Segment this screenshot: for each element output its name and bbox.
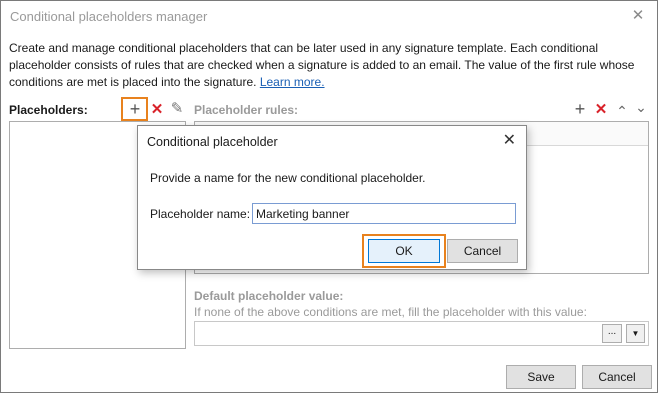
description: Create and manage conditional placeholde…: [9, 40, 649, 91]
default-value-hint: If none of the above conditions are met,…: [194, 305, 587, 319]
move-rule-up-icon[interactable]: ⌃: [613, 102, 631, 120]
default-value-label: Default placeholder value:: [194, 289, 344, 303]
dialog-ok-button[interactable]: OK: [368, 239, 440, 263]
placeholders-label: Placeholders:: [9, 103, 88, 117]
placeholder-name-label: Placeholder name:: [150, 207, 251, 221]
dialog-close-icon[interactable]: ✕: [503, 130, 516, 150]
save-button[interactable]: Save: [506, 365, 576, 389]
learn-more-link[interactable]: Learn more.: [260, 75, 325, 89]
dialog-title: Conditional placeholder: [147, 135, 278, 149]
delete-rule-icon[interactable]: ✕: [592, 101, 610, 119]
conditional-placeholder-dialog: Conditional placeholder ✕ Provide a name…: [137, 125, 527, 270]
dialog-prompt: Provide a name for the new conditional p…: [150, 171, 426, 185]
cancel-button[interactable]: Cancel: [582, 365, 652, 389]
delete-placeholder-icon[interactable]: ✕: [148, 101, 166, 119]
title-bar: Conditional placeholders manager ✕: [1, 1, 657, 32]
default-value-combo[interactable]: ... ▼: [194, 321, 649, 346]
edit-placeholder-icon[interactable]: ✎: [168, 100, 186, 118]
add-rule-plus-icon[interactable]: +: [571, 100, 589, 118]
placeholder-name-input[interactable]: [252, 203, 516, 224]
dropdown-arrow-icon[interactable]: ▼: [626, 324, 645, 343]
dialog-cancel-button[interactable]: Cancel: [447, 239, 518, 263]
add-placeholder-plus-icon[interactable]: +: [126, 100, 144, 118]
window-title: Conditional placeholders manager: [10, 9, 208, 24]
window-close-icon[interactable]: ✕: [627, 6, 649, 26]
browse-button[interactable]: ...: [602, 324, 622, 343]
placeholder-rules-label: Placeholder rules:: [194, 103, 299, 117]
placeholders-manager-window: Conditional placeholders manager ✕ Creat…: [0, 0, 658, 393]
move-rule-down-icon[interactable]: ⌄: [632, 98, 650, 116]
